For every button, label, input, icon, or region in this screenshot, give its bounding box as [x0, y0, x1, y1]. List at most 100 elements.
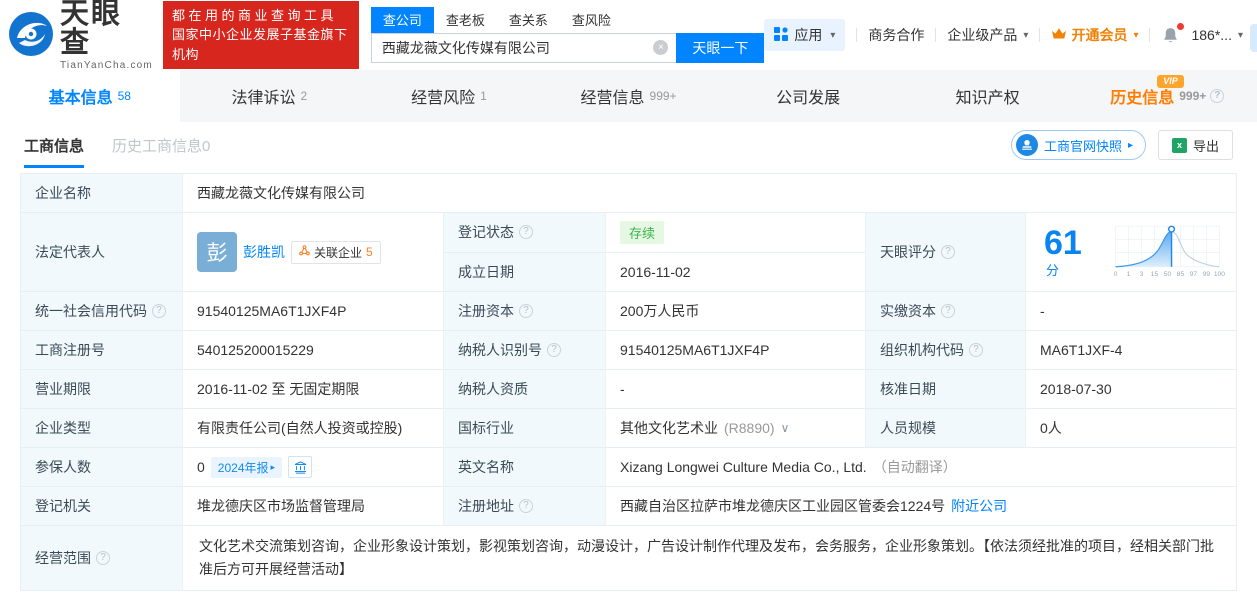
tab-company-development[interactable]: 公司发展 — [718, 70, 898, 122]
insured-trend-button[interactable] — [288, 456, 313, 478]
field-label-group: 登记状态 — [444, 213, 606, 252]
svg-text:99: 99 — [1203, 271, 1211, 278]
help-icon[interactable] — [1210, 89, 1225, 103]
export-button[interactable]: 导出 — [1157, 130, 1233, 160]
field-label: 企业名称 — [21, 174, 183, 212]
svg-text:97: 97 — [1190, 271, 1198, 278]
help-icon[interactable] — [519, 304, 533, 318]
tab-count: 2 — [300, 89, 308, 103]
search-tab-risk[interactable]: 查风险 — [560, 7, 623, 33]
notifications-bell-icon[interactable] — [1161, 22, 1185, 45]
tianyancha-logo-icon — [8, 11, 54, 60]
snapshot-label: 工商官网快照 — [1043, 138, 1122, 154]
org-code-value: MA6T1JXF-4 — [1040, 342, 1123, 358]
promo-line-2: 国家中小企业发展子基金旗下机构 — [171, 27, 348, 62]
english-name-value: Xizang Longwei Culture Media Co., Ltd. — [620, 459, 867, 475]
side-widget-handle[interactable] — [1250, 24, 1257, 52]
status-badge: 存续 — [620, 220, 665, 244]
menu-open-vip[interactable]: 开通会员 ▾ — [1051, 25, 1138, 45]
help-icon[interactable] — [941, 304, 955, 318]
field-label: 注册地址 — [458, 498, 514, 514]
arrow-right-icon — [271, 462, 276, 473]
annual-report-badge[interactable]: 2024年报 — [210, 456, 283, 478]
svg-text:50: 50 — [1164, 271, 1172, 278]
help-icon[interactable] — [152, 304, 166, 318]
tab-legal-proceedings[interactable]: 法律诉讼 2 — [180, 70, 360, 122]
tab-business-info[interactable]: 经营信息 999+ — [539, 70, 719, 122]
tab-label: 经营信息 — [580, 90, 645, 107]
tab-history-info[interactable]: VIP 历史信息 999+ — [1077, 70, 1257, 122]
chevron-down-icon: ▾ — [830, 29, 836, 41]
avatar[interactable]: 彭 — [197, 232, 237, 272]
business-info-table: 企业名称 西藏龙薇文化传媒有限公司 法定代表人 彭 彭胜凯 关联企业 5 登记状… — [20, 173, 1237, 592]
reg-capital-value: 200万人民币 — [606, 292, 866, 330]
enterprise-product-label: 企业级产品 — [947, 27, 1018, 43]
search-button[interactable]: 天眼一下 — [676, 33, 765, 63]
legal-rep-cell: 彭 彭胜凯 关联企业 5 — [183, 213, 444, 291]
svg-text:85: 85 — [1177, 271, 1185, 278]
field-label-group: 组织机构代码 — [866, 331, 1026, 369]
divider — [1039, 28, 1041, 42]
table-row: 参保人数 0 2024年报 英文名称 Xizang Longwei Cultur… — [21, 448, 1236, 487]
tab-count: 1 — [480, 89, 487, 103]
paid-capital-value: - — [1040, 303, 1045, 319]
excel-icon — [1171, 137, 1187, 153]
subtab-business-registration[interactable]: 工商信息 — [24, 122, 85, 168]
score-distribution-chart[interactable]: 0 1 3 15 50 85 97 99 100 — [1110, 222, 1228, 282]
annual-report-label: 2024年报 — [217, 460, 269, 475]
nearby-companies-link[interactable]: 附近公司 — [951, 496, 1007, 516]
insured-count-cell: 0 2024年报 — [183, 448, 444, 486]
svg-text:1: 1 — [1127, 271, 1131, 278]
legal-rep-link[interactable]: 彭胜凯 — [243, 242, 285, 262]
field-label: 统一社会信用代码 — [35, 303, 147, 319]
reg-authority-value: 堆龙德庆区市场监督管理局 — [183, 487, 444, 525]
field-label-group: 注册地址 — [444, 487, 606, 525]
search-tabs: 查公司 查老板 查关系 查风险 — [370, 7, 765, 33]
tianyancha-logo[interactable]: 天眼查 TianYanCha.com — [8, 0, 153, 71]
help-icon[interactable] — [96, 551, 110, 566]
tab-operational-risk[interactable]: 经营风险 1 — [359, 70, 539, 122]
company-nav-tabs: 基本信息 58 法律诉讼 2 经营风险 1 经营信息 999+ 公司发展 知识产… — [0, 70, 1257, 122]
help-icon[interactable] — [941, 245, 955, 259]
svg-text:0: 0 — [1114, 271, 1118, 278]
industry-code: (R8890) — [724, 420, 775, 436]
help-icon[interactable] — [969, 343, 983, 357]
account-menu[interactable]: 186*... ▾ — [1191, 27, 1243, 43]
subtab-history-registration[interactable]: 历史工商信息0 — [112, 122, 210, 168]
chevron-down-icon: ▾ — [1133, 29, 1139, 41]
field-label-group: 实缴资本 — [866, 292, 1026, 330]
reg-number-value: 540125200015229 — [183, 331, 444, 369]
reg-address-value: 西藏自治区拉萨市堆龙德庆区工业园区管委会1224号 — [620, 498, 946, 514]
section-tabs-row: 工商信息 历史工商信息0 工商官网快照 导出 — [0, 122, 1257, 168]
help-icon[interactable] — [519, 225, 533, 240]
promo-line-1: 都在用的商业查询工具 — [171, 7, 337, 23]
score-value: 61 — [1044, 223, 1082, 262]
tab-intellectual-property[interactable]: 知识产权 — [898, 70, 1078, 122]
brand-domain: TianYanCha.com — [60, 59, 153, 71]
field-label: 国标行业 — [444, 409, 606, 447]
help-icon[interactable] — [519, 499, 533, 513]
chevron-down-icon: ▾ — [1237, 29, 1243, 41]
menu-enterprise-product[interactable]: 企业级产品 ▾ — [947, 25, 1028, 45]
table-row: 营业期限 2016-11-02 至 无固定期限 纳税人资质 - 核准日期 201… — [21, 370, 1236, 409]
search-tab-boss[interactable]: 查老板 — [434, 7, 497, 33]
menu-biz-cooperation[interactable]: 商务合作 — [868, 25, 924, 45]
official-snapshot-button[interactable]: 工商官网快照 — [1010, 130, 1146, 160]
search-tab-relation[interactable]: 查关系 — [497, 7, 560, 33]
svg-text:15: 15 — [1151, 271, 1159, 278]
table-row: 统一社会信用代码 91540125MA6T1JXF4P 注册资本 200万人民币… — [21, 292, 1236, 331]
apps-menu[interactable]: 应用 ▾ — [764, 19, 846, 51]
tab-label: 经营风险 — [411, 90, 476, 107]
related-companies-badge[interactable]: 关联企业 5 — [291, 240, 381, 264]
search-tab-company[interactable]: 查公司 — [370, 7, 434, 33]
promo-banner: 都在用的商业查询工具 国家中小企业发展子基金旗下机构 — [162, 0, 359, 70]
header: 天眼查 TianYanCha.com 都在用的商业查询工具 国家中小企业发展子基… — [0, 0, 1257, 70]
related-count: 5 — [366, 245, 373, 259]
search-area: 查公司 查老板 查关系 查风险 天眼一下 — [370, 7, 765, 63]
tab-count: 999+ — [649, 89, 677, 103]
search-input[interactable] — [370, 33, 677, 63]
tab-basic-info[interactable]: 基本信息 58 — [0, 70, 180, 122]
chevron-down-icon[interactable] — [781, 421, 790, 435]
table-row: 登记机关 堆龙德庆区市场监督管理局 注册地址 西藏自治区拉萨市堆龙德庆区工业园区… — [21, 487, 1236, 526]
help-icon[interactable] — [547, 343, 561, 357]
